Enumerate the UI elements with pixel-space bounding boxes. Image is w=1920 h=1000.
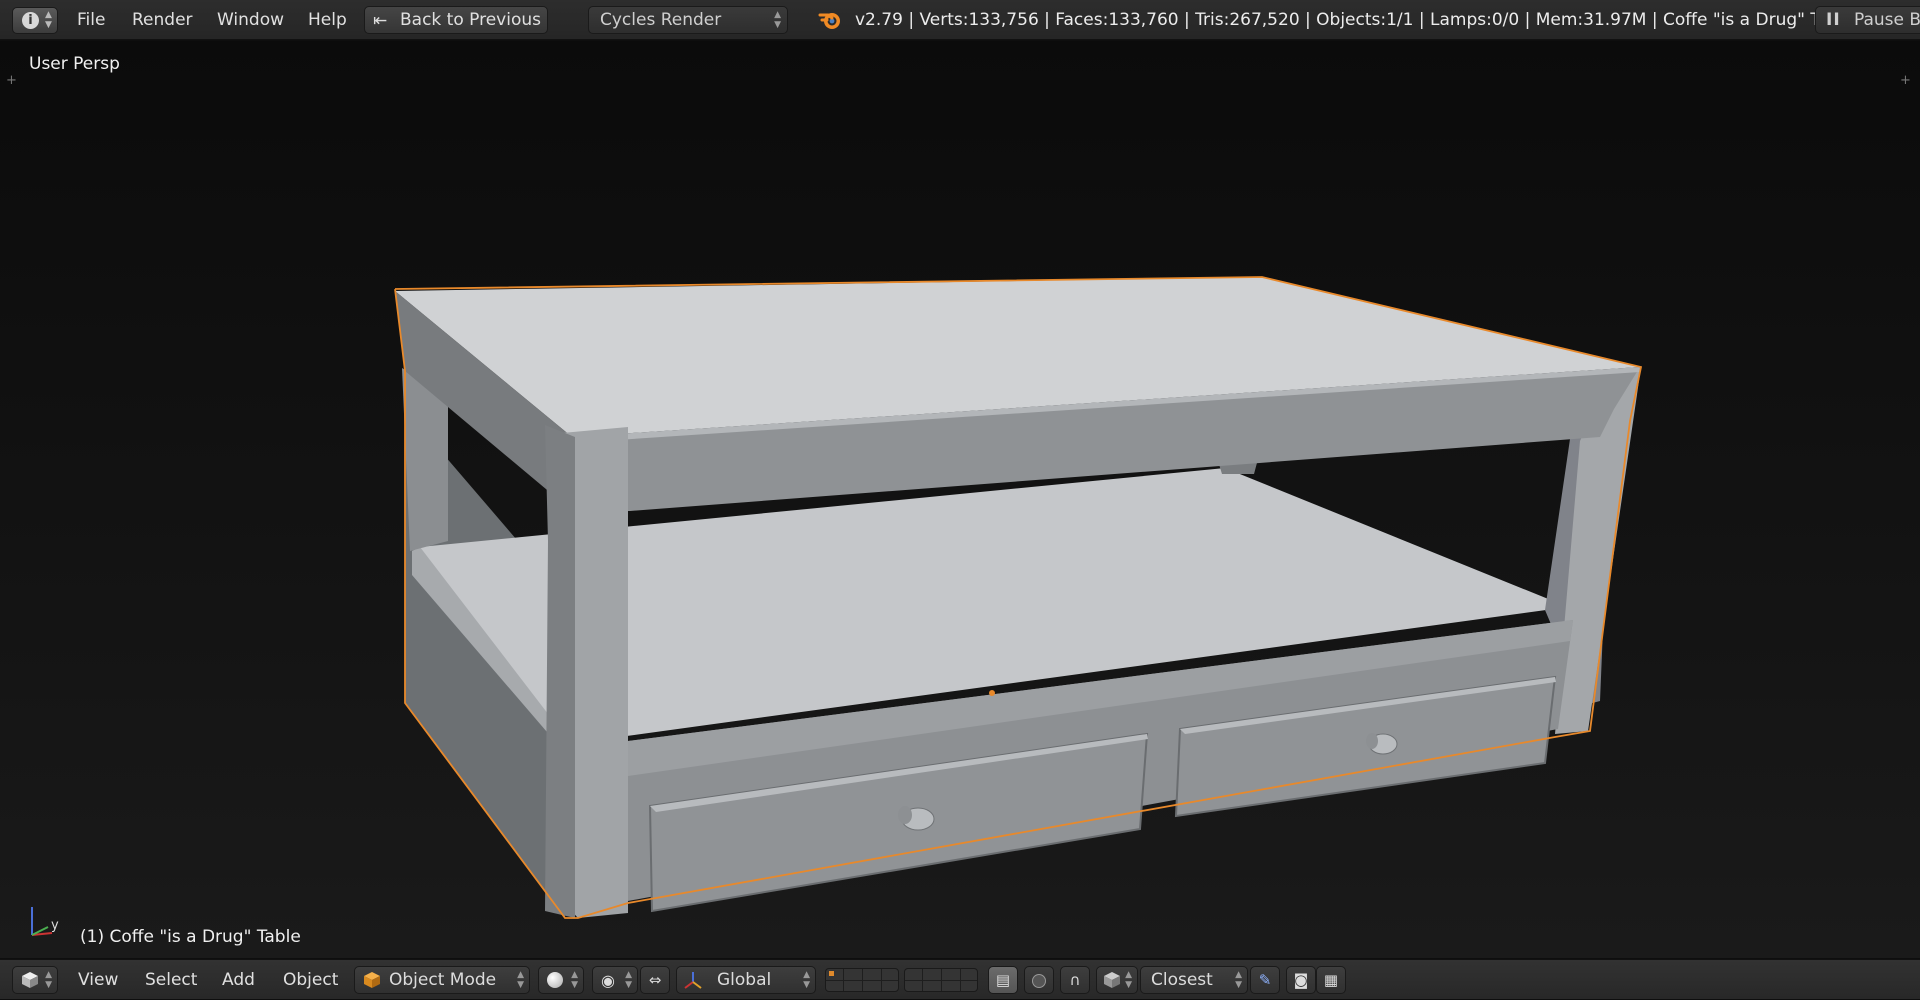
opengl-render-button[interactable]: ✎ [1250,966,1280,994]
viewport-shading-dropdown[interactable]: ▲ ▼ [538,966,584,994]
back-to-previous-label: Back to Previous [400,10,541,30]
active-object-info: (1) Coffe "is a Drug" Table [80,927,301,947]
front-left-leg-side [545,425,575,918]
3d-view-header: ▲ ▼ View Select Add Object Object Mode ▲ ▼… [0,959,1920,999]
clapper-render-icon: ▦ [1323,971,1339,989]
mode-dropdown[interactable]: Object Mode ▲ ▼ [354,966,530,994]
pause-label: Pause Bl [1854,10,1920,30]
render-engine-dropdown[interactable]: Cycles Render ▲ ▼ [588,6,788,34]
pause-button[interactable]: II Pause Bl [1815,6,1920,34]
updown-arrows-icon: ▲ ▼ [625,970,632,990]
menu-help[interactable]: Help [308,0,347,40]
active-layer-dot [829,971,834,976]
menu-select[interactable]: Select [145,960,197,1000]
manipulator-toggle[interactable]: ⇔ [640,966,670,994]
render-image-button[interactable]: ◙ [1286,966,1316,994]
pivot-point-icon: ◉ [601,971,615,990]
scene-layers-grid[interactable] [825,968,899,992]
translate-manipulator-icon: ⇔ [648,971,662,989]
proportional-edit-toggle[interactable] [1024,966,1054,994]
transform-orientation-dropdown[interactable]: Global ▲ ▼ [676,966,816,994]
menu-view[interactable]: View [78,960,118,1000]
area-split-corner-icon[interactable]: + [1900,73,1911,88]
scene-layers-grid[interactable] [904,968,978,992]
transform-orientation-icon [684,972,702,989]
opengl-render-icon: ✎ [1258,971,1272,989]
updown-arrows-icon: ▲ ▼ [1125,970,1132,990]
object-mode-cube-icon [364,972,380,988]
updown-arrows-icon: ▲ ▼ [803,970,810,990]
pause-icon: II [1826,10,1841,30]
object-origin-dot [989,690,995,696]
magnet-snap-icon: ∩ [1069,971,1081,989]
snap-target-label: Closest [1151,970,1213,990]
mode-label: Object Mode [389,970,497,990]
info-header: i ▲ ▼ File Render Window Help ⇤ Back to P… [0,0,1920,40]
editor-type-selector[interactable]: i ▲ ▼ [12,7,58,34]
pivot-point-dropdown[interactable]: ◉ ▲ ▼ [592,966,638,994]
editor-type-selector-3d[interactable]: ▲ ▼ [12,966,58,994]
updown-arrows-icon: ▲ ▼ [1235,970,1242,990]
updown-arrows-icon: ▲ ▼ [517,970,524,990]
axis-gizmo: y [31,907,59,936]
back-to-previous-button[interactable]: ⇤ Back to Previous [364,6,548,34]
menu-render[interactable]: Render [132,0,193,40]
blender-logo-icon [818,13,840,29]
drawer-knob-left-cap [898,806,912,824]
lock-camera-icon: ▤ [995,971,1011,989]
menu-add[interactable]: Add [222,960,255,1000]
menu-object[interactable]: Object [283,960,338,1000]
3d-view-cube-icon [22,972,38,988]
updown-arrows-icon: ▲ ▼ [45,10,52,30]
info-icon: i [22,12,39,29]
lock-camera-toggle[interactable]: ▤ [988,966,1018,994]
orientation-label: Global [717,970,772,990]
scene-stats: v2.79 | Verts:133,756 | Faces:133,760 | … [855,10,1855,30]
camera-render-icon: ◙ [1293,971,1309,989]
render-engine-value: Cycles Render [600,10,722,30]
3d-viewport[interactable]: User Persp + + y (1) Coffe "is a Drug" T… [0,41,1920,958]
updown-arrows-icon: ▲ ▼ [571,970,578,990]
menu-file[interactable]: File [77,0,105,40]
drawer-knob-right-cap [1366,733,1378,749]
coffee-table-model[interactable] [0,41,1920,958]
solid-shading-sphere-icon [547,972,563,988]
menu-window[interactable]: Window [217,0,284,40]
proportional-edit-icon [1032,973,1046,988]
snap-toggle[interactable]: ∩ [1060,966,1090,994]
snap-target-dropdown[interactable]: Closest ▲ ▼ [1140,966,1248,994]
render-animation-button[interactable]: ▦ [1316,966,1346,994]
updown-arrows-icon: ▲ ▼ [45,970,52,990]
back-arrow-icon: ⇤ [373,11,388,31]
snap-element-cube-icon [1104,972,1120,988]
snap-element-dropdown[interactable]: ▲ ▼ [1096,966,1138,994]
view-name-label: User Persp [29,54,120,74]
axis-y-label: y [51,918,59,933]
area-split-corner-icon[interactable]: + [6,73,17,88]
updown-arrows-icon: ▲ ▼ [774,10,781,30]
